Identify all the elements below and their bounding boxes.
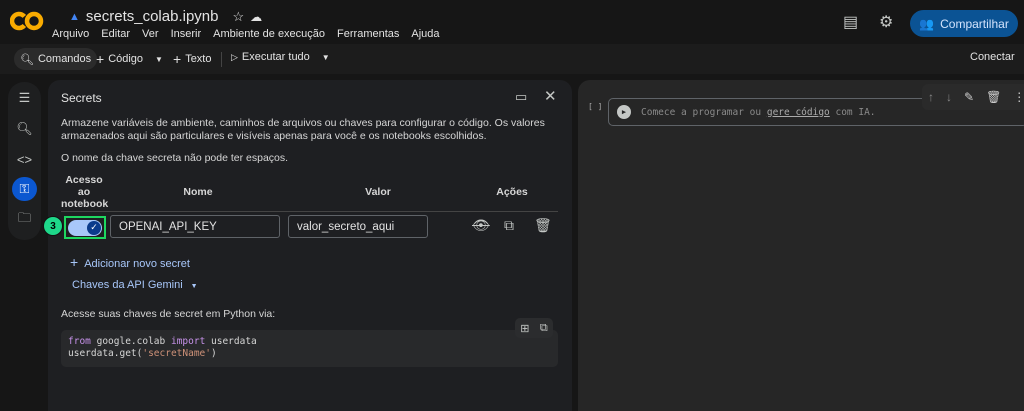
col-value: Valor: [365, 186, 391, 198]
menu-editar[interactable]: Editar: [101, 28, 130, 40]
gear-icon[interactable]: ⚙: [879, 12, 893, 32]
copy-icon[interactable]: ⧉: [504, 217, 514, 234]
plus-icon: +: [96, 51, 105, 67]
text-label: Texto: [185, 53, 212, 65]
commands-button[interactable]: 🔍︎ Comandos: [14, 48, 98, 70]
toolbar: 🔍︎ Comandos + Código ▼ + Texto ▷ Executar tud…: [0, 44, 1024, 74]
access-label: Acesse suas chaves de secret em Python v…: [61, 308, 276, 320]
arrow-down-icon[interactable]: ↓: [946, 90, 952, 104]
visibility-off-icon[interactable]: 👁: [472, 217, 490, 234]
secrets-panel: Secrets ▭ ✕ Armazene variáveis de ambien…: [43, 80, 572, 411]
run-all-label: Executar tudo: [241, 51, 310, 63]
code-actions: ⊞ ⧉: [515, 318, 553, 338]
code-token: from: [68, 336, 91, 347]
find-icon[interactable]: 🔍︎: [12, 117, 37, 141]
gemini-label: Chaves da API Gemini: [72, 279, 183, 291]
code-token: google.colab: [90, 336, 171, 347]
gemini-keys-dropdown[interactable]: Chaves da API Gemini ▼: [72, 279, 198, 291]
code-token: ): [211, 348, 217, 359]
side-rail: ☰ 🔍︎ <> ⚿ 🗀: [8, 82, 41, 240]
commands-label: Comandos: [37, 53, 92, 65]
col-actions: Ações: [496, 186, 528, 198]
close-icon[interactable]: ✕: [544, 87, 557, 105]
plus-icon: +: [70, 254, 79, 270]
connect-button[interactable]: Conectar: [970, 51, 1015, 63]
cell-toolbar: ↑ ↓ ✎ 🗑 ⋮: [922, 84, 1024, 110]
toggle-track: ✓: [68, 219, 102, 236]
plus-icon: +: [173, 51, 182, 67]
star-icon[interactable]: ☆: [232, 9, 244, 25]
code-label: Código: [108, 53, 144, 65]
play-icon: ▷: [231, 51, 238, 62]
placeholder-text: Comece a programar ou: [641, 106, 767, 118]
open-window-icon[interactable]: ▭: [515, 89, 527, 105]
check-icon: ✓: [87, 220, 101, 235]
chevron-down-icon[interactable]: ▼: [322, 53, 330, 62]
connect-label: Conectar: [970, 51, 1015, 63]
chevron-down-icon: ▼: [190, 283, 198, 290]
arrow-up-icon[interactable]: ↑: [928, 90, 934, 104]
menu-ver[interactable]: Ver: [142, 28, 159, 40]
menu-bar: Arquivo Editar Ver Inserir Ambiente de e…: [52, 28, 440, 40]
secret-name-input[interactable]: OPENAI_API_KEY: [110, 215, 280, 238]
delete-icon[interactable]: 🗑: [986, 90, 1001, 104]
add-text-button[interactable]: + Texto: [173, 51, 211, 67]
filename[interactable]: secrets_colab.ipynb: [86, 8, 219, 25]
cell-placeholder: Comece a programar ou gere código com IA…: [641, 107, 876, 118]
code-snippets-icon[interactable]: <>: [12, 147, 37, 171]
col-name: Nome: [183, 186, 213, 198]
generate-code-link[interactable]: gere código: [767, 107, 830, 118]
divider: [221, 52, 222, 67]
more-icon[interactable]: ⋮: [1013, 90, 1024, 104]
code-token: 'secretName': [142, 348, 211, 359]
menu-ferramentas[interactable]: Ferramentas: [337, 28, 399, 40]
add-secret-button[interactable]: + Adicionar novo secret: [70, 254, 190, 270]
people-icon: 👥: [919, 16, 935, 31]
secret-value-input[interactable]: valor_secreto_aqui: [288, 215, 428, 238]
insert-icon[interactable]: ⊞: [520, 322, 529, 335]
share-button[interactable]: 👥 Compartilhar: [910, 10, 1018, 37]
run-cell-icon[interactable]: ▶: [617, 105, 631, 119]
cell-brackets: [ ]: [588, 102, 603, 111]
search-icon: 🔍︎: [20, 53, 34, 66]
step-badge: 3: [43, 216, 63, 236]
key-icon[interactable]: ⚿: [12, 177, 37, 201]
folder-icon[interactable]: 🗀: [12, 208, 37, 232]
cloud-icon[interactable]: ☁: [250, 10, 262, 24]
add-secret-label: Adicionar novo secret: [84, 258, 190, 270]
menu-arquivo[interactable]: Arquivo: [52, 28, 89, 40]
note: O nome da chave secreta não pode ter esp…: [61, 152, 289, 164]
code-token: import: [170, 336, 206, 347]
menu-inserir[interactable]: Inserir: [171, 28, 202, 40]
placeholder-text: com IA.: [829, 106, 876, 118]
share-label: Compartilhar: [940, 16, 1009, 31]
comments-icon[interactable]: ▤: [843, 12, 858, 32]
divider: [61, 211, 558, 212]
chevron-down-icon[interactable]: ▼: [155, 55, 163, 64]
code-token: userdata.get(: [68, 348, 143, 359]
notebook-access-toggle[interactable]: ✓: [64, 216, 106, 239]
panel-title: Secrets: [61, 91, 102, 105]
col-access: Acesso ao notebook: [61, 174, 109, 210]
add-code-button[interactable]: + Código ▼: [96, 51, 163, 67]
notebook-title[interactable]: ▲ secrets_colab.ipynb ☆ ☁: [69, 8, 262, 25]
menu-ambiente[interactable]: Ambiente de execução: [213, 28, 325, 40]
colab-logo: [10, 11, 44, 31]
notebook-area: [ ] ▶ Comece a programar ou gere código …: [578, 80, 1024, 411]
drive-icon: ▲: [69, 10, 80, 23]
code-snippet: from google.colab import userdata userda…: [61, 330, 558, 367]
run-all-button[interactable]: ▷ Executar tudo ▼: [231, 51, 330, 63]
description: Armazene variáveis de ambiente, caminhos…: [61, 117, 545, 142]
code-token: userdata: [205, 336, 257, 347]
copy-icon[interactable]: ⧉: [540, 322, 548, 335]
delete-icon[interactable]: 🗑: [534, 217, 552, 234]
menu-ajuda[interactable]: Ajuda: [411, 28, 439, 40]
toc-icon[interactable]: ☰: [12, 86, 37, 110]
magic-wand-icon[interactable]: ✎: [964, 90, 974, 104]
